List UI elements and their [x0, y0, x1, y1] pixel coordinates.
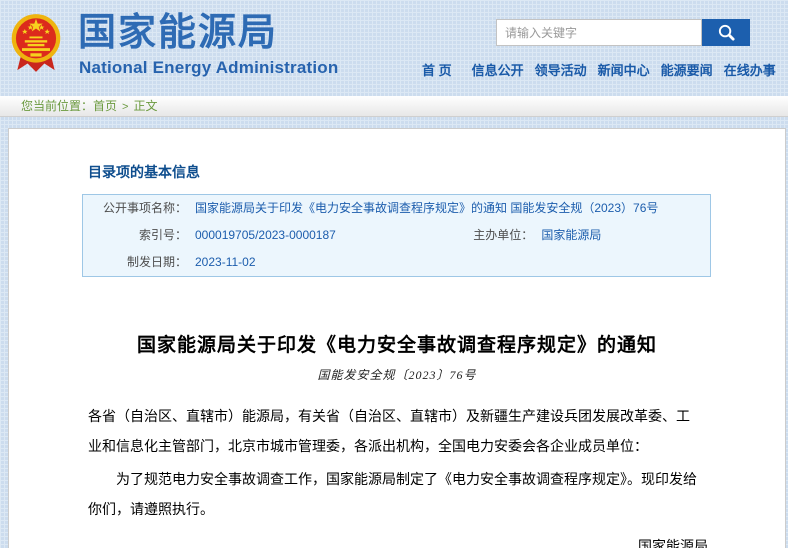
breadcrumb-prefix: 您当前位置：: [21, 99, 93, 113]
info-section-title: 目录项的基本信息: [88, 162, 785, 182]
nav-item-news-center[interactable]: 新闻中心: [598, 60, 650, 79]
info-value-host-unit: 国家能源局: [537, 222, 710, 249]
info-label-host-unit: 主办单位：: [364, 222, 537, 249]
article-paragraph: 各省（自治区、直辖市）能源局，有关省（自治区、直辖市）及新疆生产建设兵团发展改革…: [88, 401, 699, 461]
nav-item-energy-news[interactable]: 能源要闻: [661, 60, 713, 79]
breadcrumb-home-link[interactable]: 首页: [93, 99, 117, 113]
info-value-item-name-link[interactable]: 国家能源局关于印发《电力安全事故调查程序规定》的通知 国能发安全规（2023）7…: [195, 201, 658, 215]
main-nav: 首 页 信息公开 领导活动 新闻中心 能源要闻 在线办事: [422, 60, 776, 79]
article-body: 各省（自治区、直辖市）能源局，有关省（自治区、直辖市）及新疆生产建设兵团发展改革…: [88, 401, 699, 524]
info-label-issue-date: 制发日期：: [83, 249, 192, 277]
search-button[interactable]: [702, 19, 750, 46]
article-paragraph: 为了规范电力安全事故调查工作，国家能源局制定了《电力安全事故调查程序规定》。现印…: [88, 464, 699, 524]
search-box: [496, 19, 750, 46]
nav-item-leadership[interactable]: 领导活动: [535, 60, 587, 79]
table-row: 索引号： 000019705/2023-0000187 主办单位： 国家能源局: [83, 222, 711, 249]
nav-item-info-open[interactable]: 信息公开: [472, 60, 524, 79]
page: 国家能源局 National Energy Administration 首 页…: [0, 0, 788, 548]
info-table: 公开事项名称： 国家能源局关于印发《电力安全事故调查程序规定》的通知 国能发安全…: [82, 194, 711, 277]
site-title: 国家能源局: [78, 12, 278, 54]
nav-item-online-services[interactable]: 在线办事: [724, 60, 776, 79]
nav-item-home[interactable]: 首 页: [422, 60, 452, 79]
info-value-issue-date: 2023-11-02: [191, 249, 711, 277]
content-panel: 目录项的基本信息 公开事项名称： 国家能源局关于印发《电力安全事故调查程序规定》…: [8, 128, 786, 548]
article-signature: 国家能源局: [9, 531, 708, 548]
site-header: 国家能源局 National Energy Administration 首 页…: [0, 0, 788, 96]
info-value-index-number: 000019705/2023-0000187: [191, 222, 364, 249]
article-title: 国家能源局关于印发《电力安全事故调查程序规定》的通知: [49, 330, 745, 357]
search-icon: [717, 23, 736, 42]
table-row: 制发日期： 2023-11-02: [83, 249, 711, 277]
national-emblem-logo: [8, 12, 64, 74]
site-subtitle: National Energy Administration: [79, 58, 338, 78]
search-input[interactable]: [496, 19, 702, 46]
document-number: 国能发安全规〔2023〕76号: [9, 366, 785, 383]
info-label-item-name: 公开事项名称：: [83, 195, 192, 223]
breadcrumb-separator: >: [122, 101, 128, 113]
info-label-index-number: 索引号：: [83, 222, 192, 249]
breadcrumb-current: 正文: [133, 99, 157, 113]
breadcrumb: 您当前位置：首页 > 正文: [0, 96, 788, 117]
table-row: 公开事项名称： 国家能源局关于印发《电力安全事故调查程序规定》的通知 国能发安全…: [83, 195, 711, 223]
